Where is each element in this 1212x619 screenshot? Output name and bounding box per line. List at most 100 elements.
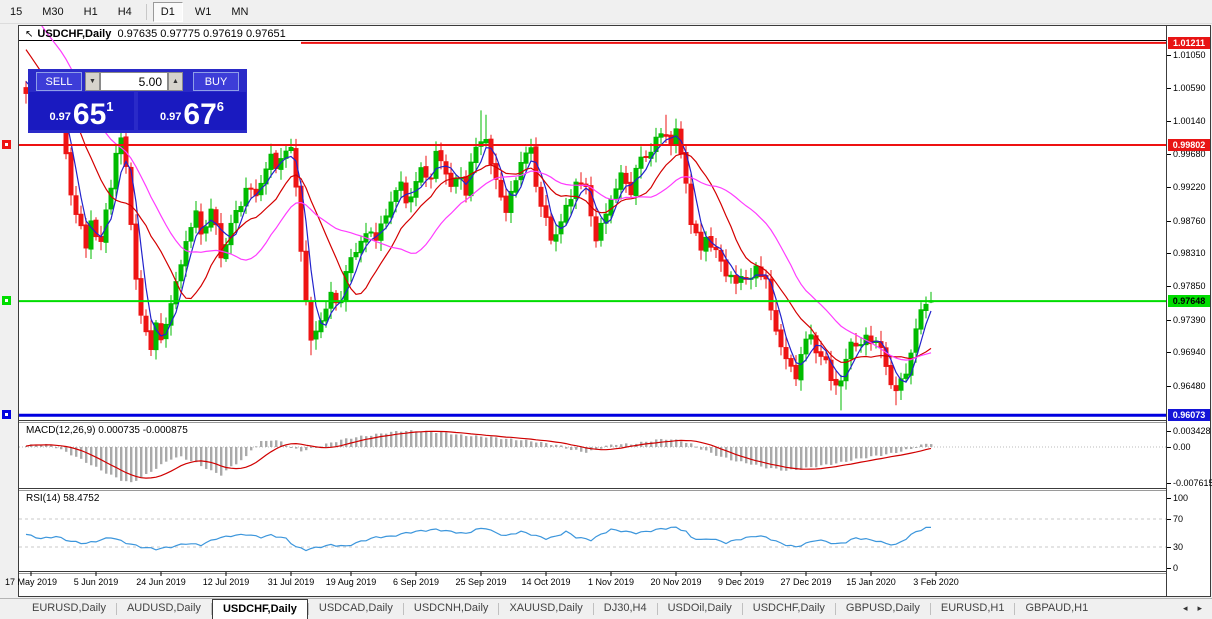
macd-histogram-bar (865, 447, 868, 459)
macd-histogram-bar (715, 447, 718, 456)
volume-decrease-icon[interactable]: ▼ (85, 72, 100, 91)
chart-tab-USDCHF-Daily[interactable]: USDCHF,Daily (211, 599, 308, 619)
line-anchor-0.97648[interactable] (2, 296, 11, 306)
candle-body (308, 300, 314, 341)
price-badge-0.97648: 0.97648 (1168, 295, 1210, 308)
candle-body (518, 162, 524, 181)
scale-tick (1167, 153, 1171, 155)
macd-histogram-bar (250, 447, 253, 451)
macd-histogram-bar (240, 447, 243, 461)
chart-tab-GBPUSD-Daily[interactable]: GBPUSD,Daily (836, 599, 930, 619)
macd-histogram-bar (505, 438, 508, 447)
candle-body (588, 185, 594, 217)
candle-body (623, 172, 629, 184)
macd-histogram-bar (170, 447, 173, 460)
macd-histogram-bar (460, 434, 463, 447)
chart-tab-EURUSD-Daily[interactable]: EURUSD,Daily (22, 599, 116, 619)
macd-histogram-bar (555, 444, 558, 447)
macd-histogram-bar (230, 447, 233, 467)
buy-button[interactable]: BUY (193, 72, 239, 91)
sell-price-box[interactable]: 0.97 65 1 (29, 92, 134, 130)
scale-tick (1167, 385, 1171, 387)
candle-body (233, 210, 239, 224)
candle-body (268, 153, 274, 170)
macd-histogram-bar (175, 447, 178, 458)
macd-histogram-bar (805, 447, 808, 468)
candle-body (353, 252, 359, 258)
price-tick-label: 0.96480 (1173, 380, 1206, 391)
macd-histogram-bar (535, 442, 538, 447)
macd-histogram-bar (605, 445, 608, 447)
trading-terminal: 15 M30 H1 H4 D1 W1 MN ↖ USDCHF,Daily 0.97635 0.… (0, 0, 1212, 619)
timeframe-button-W1[interactable]: W1 (187, 2, 220, 22)
tab-bar-spacer (0, 599, 22, 619)
candle-body (388, 201, 394, 218)
scale-tick (1167, 568, 1171, 569)
scale-tick (1167, 498, 1171, 499)
line-anchor-0.99802[interactable] (2, 140, 11, 149)
chart-tab-USDCAD-Daily[interactable]: USDCAD,Daily (309, 599, 403, 619)
macd-histogram-bar (700, 447, 703, 450)
candle-body (498, 179, 504, 198)
macd-histogram-bar (885, 447, 888, 455)
macd-histogram-bar (295, 447, 298, 449)
candle-body (503, 195, 509, 213)
tab-scroll-left-icon[interactable]: ◂ (1183, 604, 1188, 614)
volume-input[interactable] (100, 72, 168, 91)
tab-scroll-right-icon[interactable]: ▸ (1197, 604, 1202, 614)
macd-histogram-bar (365, 436, 368, 447)
candle-body (528, 147, 534, 154)
date-label: 1 Nov 2019 (587, 577, 635, 587)
macd-histogram-bar (490, 436, 493, 447)
timeframe-button-D1[interactable]: D1 (152, 1, 183, 22)
candle-body (108, 187, 114, 210)
macd-histogram-bar (565, 447, 568, 449)
macd-histogram-bar (800, 447, 803, 470)
macd-histogram-bar (875, 447, 878, 456)
candle-body (703, 236, 709, 252)
candle-body (483, 138, 489, 144)
candle-body (598, 222, 604, 241)
macd-histogram-bar (255, 446, 258, 448)
macd-histogram-bar (345, 438, 348, 447)
chart-tab-DJ30-H4[interactable]: DJ30,H4 (594, 599, 657, 619)
buy-price-box[interactable]: 0.97 67 6 (138, 92, 246, 130)
price-scale[interactable]: 1.01050 1.00590 1.00140 0.99680 0.99220 0.987… (1166, 26, 1212, 596)
macd-histogram-bar (760, 447, 763, 467)
chart-tab-GBPAUD-H1[interactable]: GBPAUD,H1 (1015, 599, 1098, 619)
macd-histogram-bar (470, 436, 473, 447)
macd-histogram-bar (125, 447, 128, 482)
timeframe-button-15[interactable]: 15 (2, 2, 30, 22)
chart-tab-XAUUSD-Daily[interactable]: XAUUSD,Daily (499, 599, 592, 619)
scale-tick (1167, 286, 1171, 288)
candle-body (783, 347, 789, 360)
macd-histogram-bar (55, 447, 58, 449)
chart-tab-AUDUSD-Daily[interactable]: AUDUSD,Daily (117, 599, 211, 619)
chart-tab-EURUSD-H1[interactable]: EURUSD,H1 (931, 599, 1015, 619)
macd-histogram-bar (900, 447, 903, 452)
macd-histogram-bar (510, 438, 513, 447)
candle-body (243, 187, 249, 207)
chart-tab-USDCHF-Daily[interactable]: USDCHF,Daily (743, 599, 835, 619)
candle-body (788, 358, 794, 367)
macd-histogram-bar (60, 447, 63, 450)
buy-price-sup: 6 (216, 99, 225, 114)
volume-increase-icon[interactable]: ▲ (168, 72, 183, 91)
macd-histogram-bar (90, 447, 93, 466)
candle-body (453, 177, 459, 187)
scale-tick (1167, 482, 1171, 484)
sell-button[interactable]: SELL (36, 72, 82, 91)
line-anchor-0.96073[interactable] (2, 410, 11, 420)
timeframe-button-H4[interactable]: H4 (110, 2, 140, 22)
timeframe-button-M30[interactable]: M30 (34, 2, 71, 22)
macd-histogram-bar (890, 447, 893, 453)
chart-tab-USDCNH-Daily[interactable]: USDCNH,Daily (404, 599, 499, 619)
candle-body (183, 241, 189, 267)
timeframe-button-MN[interactable]: MN (223, 2, 256, 22)
macd-histogram-bar (560, 445, 563, 447)
chart-tab-USDOil-Daily[interactable]: USDOil,Daily (658, 599, 742, 619)
candle-body (688, 183, 694, 226)
macd-histogram-bar (245, 447, 248, 457)
timeframe-button-H1[interactable]: H1 (76, 2, 106, 22)
scale-tick (1167, 54, 1171, 56)
